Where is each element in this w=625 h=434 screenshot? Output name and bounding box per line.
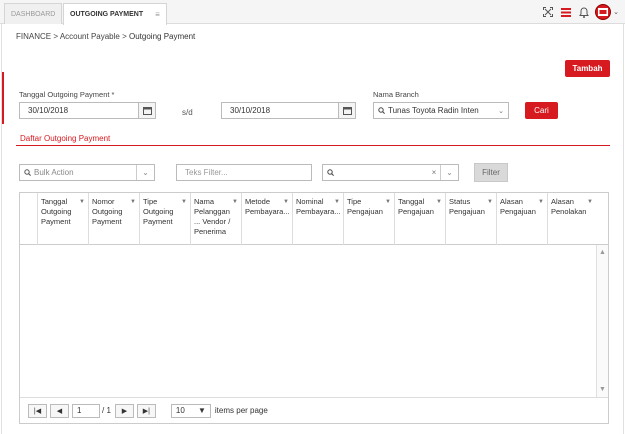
- pager: |◀ ◀ 1 / 1 ▶ ▶| 10 ▼ items per page: [20, 397, 608, 423]
- grid-column-label: Nomor Outgoing Payment: [92, 197, 123, 226]
- breadcrumb-sep: >: [122, 32, 127, 41]
- tab-outgoing-payment[interactable]: OUTGOING PAYMENT ≡: [63, 3, 167, 25]
- search-icon: [323, 169, 337, 176]
- prev-page-button[interactable]: ◀: [50, 403, 69, 418]
- grid-column-header[interactable]: Tipe Pengajuan ▼: [343, 193, 394, 245]
- top-icons: ⌄: [538, 0, 625, 24]
- branch-value: Tunas Toyota Radin Inten: [388, 106, 479, 115]
- grid-column-header[interactable]: Tanggal Outgoing Payment ▼: [37, 193, 88, 245]
- breadcrumb-account-payable[interactable]: Account Payable: [60, 32, 120, 41]
- grid-column-label: Status Pengajuan: [449, 197, 485, 216]
- scroll-down-icon[interactable]: ▼: [599, 386, 606, 393]
- scroll-up-icon[interactable]: ▲: [599, 249, 606, 256]
- tab-outgoing-payment-label: OUTGOING PAYMENT: [70, 11, 144, 18]
- search-icon: [20, 169, 34, 176]
- chevron-down-icon[interactable]: ⌄: [613, 8, 619, 16]
- first-page-button[interactable]: |◀: [28, 403, 47, 418]
- calendar-icon[interactable]: [138, 103, 155, 118]
- data-grid: Tanggal Outgoing Payment ▼ Nomor Outgoing…: [19, 192, 609, 424]
- chevron-down-icon[interactable]: ▼: [538, 197, 544, 207]
- fullscreen-icon[interactable]: [540, 4, 556, 20]
- chevron-down-icon[interactable]: ▼: [181, 197, 187, 207]
- grid-column-label: Nominal Pembayara...: [296, 197, 341, 216]
- chevron-down-icon[interactable]: ▼: [487, 197, 493, 207]
- grid-column-label: Tanggal Outgoing Payment: [41, 197, 72, 226]
- chevron-down-icon[interactable]: ▼: [232, 197, 238, 207]
- chevron-down-icon[interactable]: ▼: [283, 197, 289, 207]
- grid-column-label: Alasan Penolakan: [551, 197, 587, 216]
- chevron-down-icon[interactable]: ▼: [334, 197, 340, 207]
- grid-column-label: Alasan Pengajuan: [500, 197, 536, 216]
- breadcrumb-outgoing-payment: Outgoing Payment: [129, 32, 196, 41]
- calendar-icon[interactable]: [338, 103, 355, 118]
- page-input[interactable]: 1: [72, 403, 100, 418]
- bell-icon[interactable]: [576, 4, 592, 20]
- chevron-down-icon[interactable]: ▼: [130, 197, 136, 207]
- grid-column-label: Tipe Outgoing Payment: [143, 197, 174, 226]
- branch-label: Nama Branch: [373, 90, 419, 99]
- grid-column-header[interactable]: Nominal Pembayara... ▼: [292, 193, 343, 245]
- avatar[interactable]: [595, 4, 612, 20]
- grid-select-column[interactable]: [20, 193, 37, 245]
- grid-column-header[interactable]: Status Pengajuan ▼: [445, 193, 496, 245]
- grid-column-label: Tipe Pengajuan: [347, 197, 383, 216]
- date-label: Tanggal Outgoing Payment *: [19, 90, 115, 99]
- user-card-icon: [598, 8, 609, 16]
- page-size-select[interactable]: 10 ▼: [170, 403, 211, 418]
- grid-column-header[interactable]: Nama Pelanggan ... Vendor / Penerima ▼: [190, 193, 241, 245]
- chevron-down-icon: ▼: [197, 406, 206, 415]
- filter-button[interactable]: Filter: [474, 163, 508, 182]
- grid-scrollbar[interactable]: ▲ ▼: [596, 245, 608, 397]
- date-from-field[interactable]: 30/10/2018: [19, 102, 156, 119]
- grid-column-label: Nama Pelanggan ... Vendor / Penerima: [194, 197, 231, 236]
- bulk-action-select[interactable]: Bulk Action ⌄: [19, 164, 155, 181]
- grid-column-header[interactable]: Alasan Pengajuan ▼: [496, 193, 547, 245]
- teks-filter-input[interactable]: Teks Filter...: [176, 164, 312, 181]
- breadcrumb-finance[interactable]: FINANCE: [16, 32, 51, 41]
- chevron-down-icon[interactable]: ⌄: [136, 165, 154, 180]
- date-range-separator: s/d: [182, 108, 193, 117]
- grid-column-header[interactable]: Metode Pembayara... ▼: [241, 193, 292, 245]
- last-page-button[interactable]: ▶|: [136, 403, 156, 418]
- breadcrumb: FINANCE > Account Payable > Outgoing Pay…: [16, 32, 195, 41]
- tab-dashboard[interactable]: DASHBOARD: [4, 3, 63, 24]
- top-bar: DASHBOARD OUTGOING PAYMENT ≡ ⌄: [0, 0, 625, 25]
- left-accent: [2, 72, 4, 124]
- chevron-down-icon[interactable]: ▼: [79, 197, 85, 207]
- date-to-value: 30/10/2018: [230, 106, 271, 115]
- bulk-action-label: Bulk Action: [34, 168, 74, 177]
- breadcrumb-sep: >: [53, 32, 59, 41]
- chevron-down-icon: ⌄: [498, 107, 504, 115]
- grid-column-header[interactable]: Nomor Outgoing Payment ▼: [88, 193, 139, 245]
- tambah-button[interactable]: Tambah: [565, 60, 610, 77]
- section-title: Daftar Outgoing Payment: [20, 134, 111, 143]
- search-icon: [374, 107, 388, 114]
- grid-header: Tanggal Outgoing Payment ▼ Nomor Outgoing…: [20, 193, 608, 245]
- filter-search-select[interactable]: × ⌄: [322, 164, 459, 181]
- page-total: / 1: [102, 406, 111, 415]
- items-per-page-label: items per page: [214, 406, 268, 415]
- chevron-down-icon[interactable]: ▼: [436, 197, 442, 207]
- chevron-down-icon[interactable]: ⌄: [440, 165, 458, 180]
- grid-column-header[interactable]: Tanggal Pengajuan ▼: [394, 193, 445, 245]
- grid-column-header[interactable]: Tipe Outgoing Payment ▼: [139, 193, 190, 245]
- grid-column-label: Tanggal Pengajuan: [398, 197, 434, 216]
- date-from-value: 30/10/2018: [28, 106, 69, 115]
- page-size-value: 10: [175, 406, 185, 415]
- tab-menu-icon[interactable]: ≡: [155, 10, 160, 19]
- grid-column-header[interactable]: Alasan Penolakan ▼: [547, 193, 596, 245]
- date-to-field[interactable]: 30/10/2018: [221, 102, 356, 119]
- hamburger-menu-icon[interactable]: [558, 4, 574, 20]
- tab-dashboard-label: DASHBOARD: [11, 10, 56, 18]
- cari-button[interactable]: Cari: [525, 102, 558, 119]
- next-page-button[interactable]: ▶: [114, 403, 134, 418]
- clear-icon[interactable]: ×: [428, 168, 440, 177]
- chevron-down-icon[interactable]: ▼: [385, 197, 391, 207]
- section-divider: [16, 145, 610, 146]
- branch-select[interactable]: Tunas Toyota Radin Inten ⌄: [373, 102, 509, 119]
- grid-column-label: Metode Pembayara...: [245, 197, 290, 216]
- chevron-down-icon[interactable]: ▼: [587, 197, 593, 207]
